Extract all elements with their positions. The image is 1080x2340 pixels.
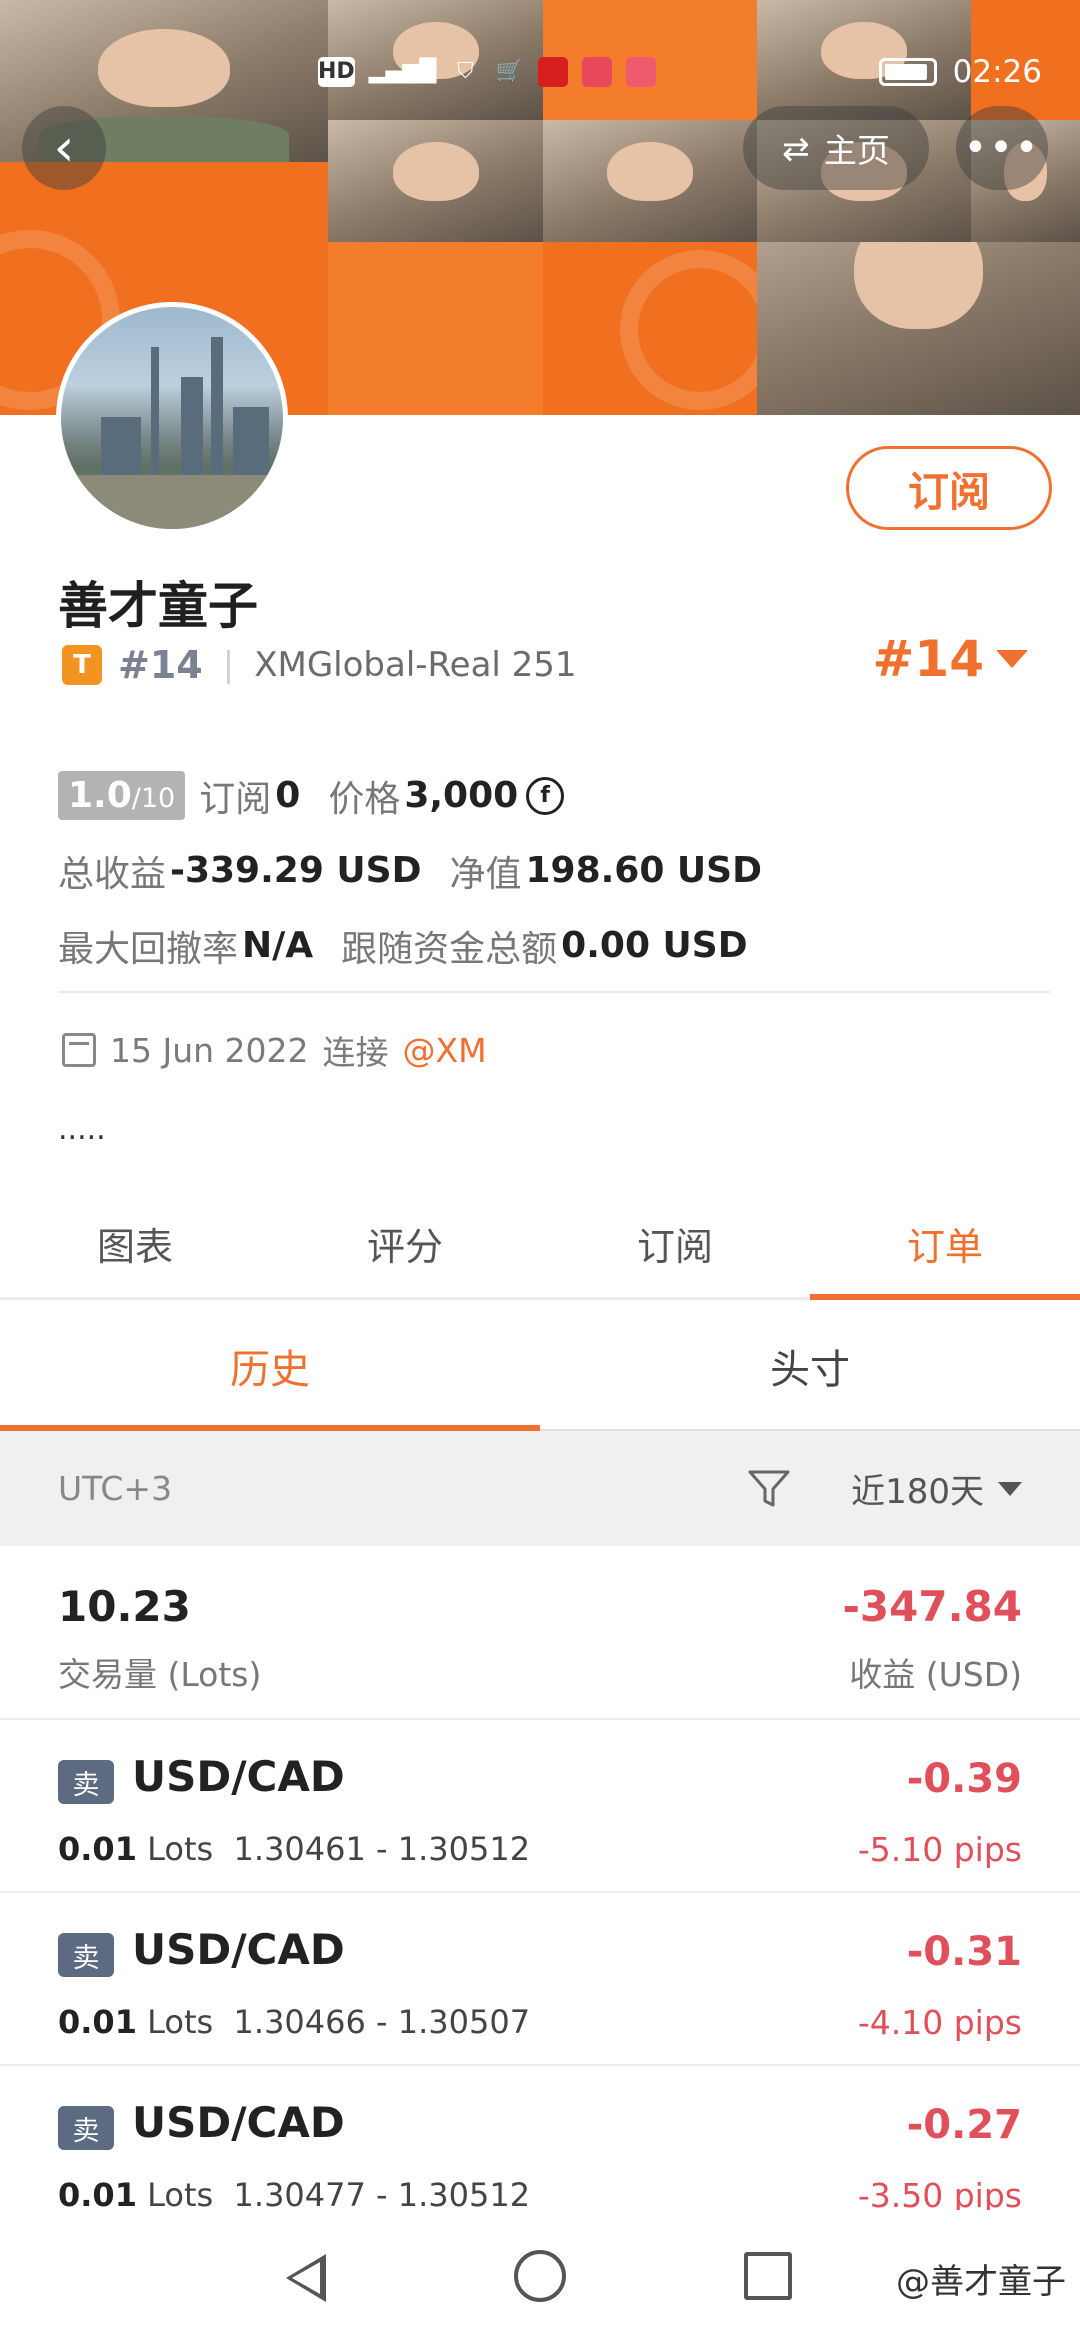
total-orders-profit-label: 收益 (USD) bbox=[849, 1655, 1022, 1694]
signal-icon: ▂▄▆█ bbox=[368, 59, 437, 84]
period-select[interactable]: 近180天 bbox=[851, 1464, 1022, 1513]
filter-icon[interactable] bbox=[747, 1469, 791, 1509]
order-pips: -5.10 pips bbox=[857, 1830, 1022, 1869]
order-pips: -4.10 pips bbox=[857, 2003, 1022, 2042]
period-label: 近180天 bbox=[851, 1472, 984, 1512]
subscribers-value: 0 bbox=[275, 775, 301, 816]
order-row[interactable]: 卖 USD/CAD 0.01 Lots 1.30461 - 1.30512 -0… bbox=[0, 1720, 1080, 1893]
profile-name: 善才童子 bbox=[58, 577, 258, 635]
follow-funds-value: 0.00 USD bbox=[561, 925, 748, 966]
subtab-positions[interactable]: 头寸 bbox=[540, 1303, 1080, 1429]
status-right: 02:26 bbox=[878, 52, 1042, 92]
calendar-icon bbox=[62, 1033, 96, 1067]
caret-down-icon bbox=[998, 1481, 1022, 1496]
joined-row: 15 Jun 2022 连接 @XM bbox=[62, 1026, 487, 1074]
nav-back-icon[interactable] bbox=[286, 2254, 326, 2302]
subtab-history[interactable]: 历史 bbox=[0, 1303, 540, 1431]
sell-tag: 卖 bbox=[58, 2106, 114, 2150]
net-value-value: 198.60 USD bbox=[525, 850, 762, 891]
swap-icon: ⇄ bbox=[782, 128, 810, 168]
banner-photo bbox=[543, 120, 757, 242]
order-pair: USD/CAD bbox=[132, 1925, 345, 1974]
order-detail: 0.01 Lots 1.30461 - 1.30512 bbox=[58, 1830, 531, 1868]
rank-row: T #14 | XMGlobal-Real 251 bbox=[62, 640, 577, 690]
status-icons: HD ▂▄▆█ ⛉ 🛒 bbox=[318, 52, 657, 92]
timezone-label: UTC+3 bbox=[58, 1469, 173, 1508]
sell-tag: 卖 bbox=[58, 1760, 114, 1804]
follow-funds-label: 跟随资金总额 bbox=[341, 928, 558, 970]
order-pair: USD/CAD bbox=[132, 1752, 345, 1801]
chevron-left-icon: ‹ bbox=[53, 118, 75, 178]
tab-rating[interactable]: 评分 bbox=[270, 1190, 540, 1297]
total-lots: 10.23 bbox=[58, 1582, 191, 1631]
sell-tag: 卖 bbox=[58, 1933, 114, 1977]
order-amount: -0.39 bbox=[906, 1756, 1022, 1802]
total-profit-value: -339.29 USD bbox=[170, 850, 422, 891]
app-icon bbox=[582, 57, 613, 87]
tab-chart[interactable]: 图表 bbox=[0, 1190, 270, 1297]
divider bbox=[58, 991, 1050, 993]
watermark: @善才童子 bbox=[896, 2262, 1066, 2302]
score-badge: 1.0/10 bbox=[58, 771, 186, 820]
more-dots-icon: ••• bbox=[963, 125, 1041, 171]
book-icon bbox=[626, 57, 657, 87]
price-value: 3,000 bbox=[404, 775, 519, 816]
order-pair: USD/CAD bbox=[132, 2098, 345, 2147]
cart-icon: 🛒 bbox=[495, 59, 524, 84]
caret-down-icon bbox=[996, 650, 1028, 668]
more-button[interactable]: ••• bbox=[956, 106, 1048, 190]
coin-icon: f bbox=[526, 776, 565, 815]
tab-subscribe[interactable]: 订阅 bbox=[540, 1190, 810, 1297]
tab-orders[interactable]: 订单 bbox=[810, 1190, 1080, 1300]
hd-icon: HD bbox=[318, 57, 355, 87]
joined-text: 连接 bbox=[322, 1033, 389, 1072]
shield-icon: ⛉ bbox=[457, 59, 474, 84]
order-row[interactable]: 卖 USD/CAD 0.01 Lots 1.30477 - 1.30512 -0… bbox=[0, 2066, 1080, 2215]
sub-tabs: 历史 头寸 bbox=[0, 1303, 1080, 1431]
rank-big: #14 bbox=[872, 630, 984, 688]
subscribe-button[interactable]: 订阅 bbox=[846, 446, 1052, 530]
home-label: 主页 bbox=[823, 131, 890, 170]
main-tabs: 图表 评分 订阅 订单 bbox=[0, 1190, 1080, 1300]
subscribers-label: 订阅 bbox=[199, 778, 272, 820]
rank-small: #14 bbox=[118, 643, 203, 687]
orders-summary: 10.23 交易量 (Lots) -347.84 收益 (USD) bbox=[0, 1546, 1080, 1720]
max-drawdown-label: 最大回撤率 bbox=[58, 928, 239, 970]
battery-icon bbox=[878, 58, 937, 86]
broker-link[interactable]: @XM bbox=[403, 1031, 487, 1070]
order-amount: -0.27 bbox=[906, 2102, 1022, 2148]
order-detail: 0.01 Lots 1.30477 - 1.30512 bbox=[58, 2176, 531, 2214]
rank-dropdown[interactable]: #14 bbox=[873, 630, 1028, 688]
net-value-label: 净值 bbox=[449, 853, 522, 895]
order-amount: -0.31 bbox=[906, 1929, 1022, 1975]
app-icon bbox=[538, 57, 569, 87]
tier-badge: T bbox=[62, 645, 102, 685]
system-navbar: @善才童子 bbox=[0, 2210, 1080, 2340]
price-label: 价格 bbox=[328, 778, 401, 820]
account-name: XMGlobal-Real 251 bbox=[254, 645, 577, 685]
total-profit-label: 总收益 bbox=[58, 853, 167, 895]
home-button[interactable]: ⇄ 主页 bbox=[743, 106, 929, 190]
bio: ..... bbox=[58, 1112, 106, 1147]
max-drawdown-value: N/A bbox=[242, 925, 314, 966]
stats: 1.0/10 订阅 0 价格 3,000 f 总收益 -339.29 USD 净… bbox=[58, 758, 790, 983]
filter-bar: UTC+3 近180天 bbox=[0, 1431, 1080, 1546]
nav-recent-icon[interactable] bbox=[744, 2252, 792, 2300]
back-button[interactable]: ‹ bbox=[22, 106, 106, 190]
clock: 02:26 bbox=[952, 54, 1042, 90]
order-detail: 0.01 Lots 1.30466 - 1.30507 bbox=[58, 2003, 531, 2041]
total-lots-label: 交易量 (Lots) bbox=[58, 1655, 262, 1694]
nav-home-icon[interactable] bbox=[514, 2250, 566, 2302]
banner-photo bbox=[328, 120, 543, 242]
joined-date: 15 Jun 2022 bbox=[110, 1030, 309, 1070]
total-orders-profit: -347.84 bbox=[842, 1582, 1022, 1631]
avatar[interactable] bbox=[56, 302, 288, 534]
order-row[interactable]: 卖 USD/CAD 0.01 Lots 1.30466 - 1.30507 -0… bbox=[0, 1893, 1080, 2066]
